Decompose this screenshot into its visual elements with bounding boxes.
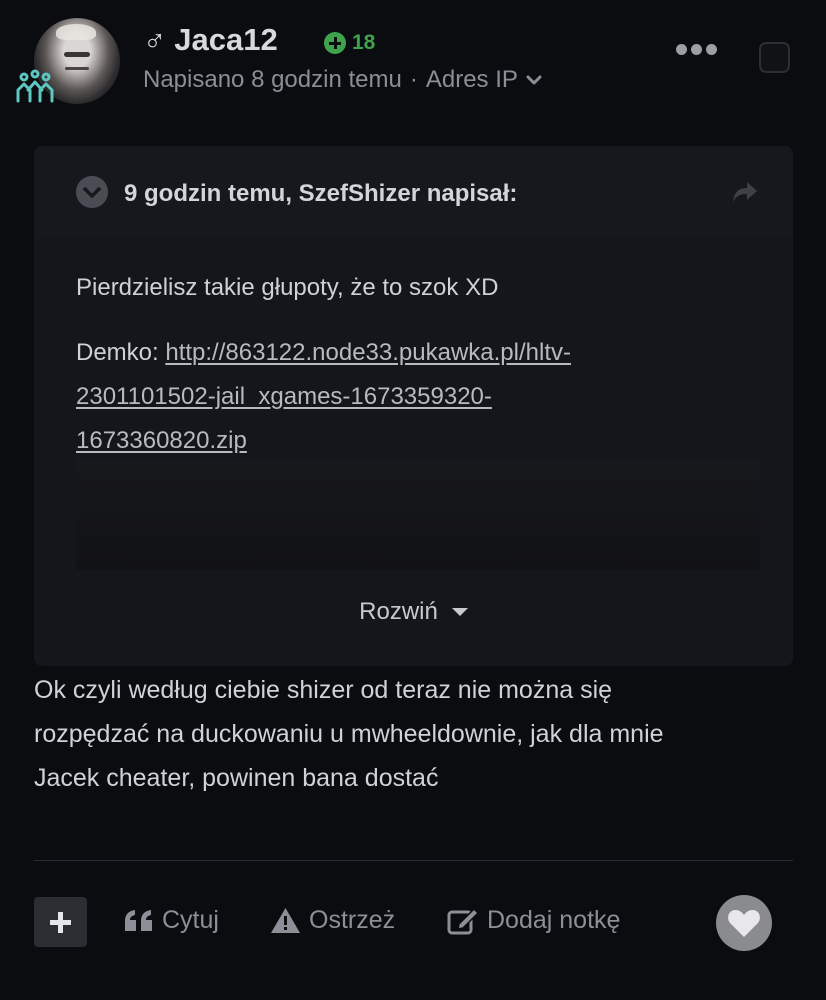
quote-block: 9 godzin temu, SzefShizer napisał: Pierd… (34, 146, 793, 666)
quote-body: Pierdzielisz takie głupoty, że to szok X… (76, 266, 736, 463)
quote-author-line: 9 godzin temu, SzefShizer napisał: (124, 180, 518, 207)
demo-line: Demko: http://863122.node33.pukawka.pl/h… (76, 331, 736, 463)
expand-label[interactable]: Rozwiń (359, 598, 438, 626)
warning-icon (271, 908, 300, 933)
username-text[interactable]: Jaca12 (174, 22, 277, 58)
post-line: Ok czyli według ciebie shizer od teraz n… (34, 676, 613, 704)
plus-circle-icon (324, 32, 346, 54)
caret-down-icon (451, 608, 468, 616)
demo-label: Demko: (76, 339, 166, 366)
quote-icon (125, 909, 152, 931)
reputation-count: 18 (352, 31, 376, 54)
chevron-down-icon[interactable] (526, 74, 542, 86)
reputation-badge: 18 (324, 31, 375, 55)
meta-separator: · (409, 66, 418, 93)
warn-button[interactable]: Ostrzeż (270, 906, 395, 935)
quote-label[interactable]: Cytuj (162, 906, 219, 935)
reaction-button[interactable] (716, 895, 772, 951)
demo-link-cont[interactable]: 2301101502-jail_xgames-1673359320- (76, 383, 492, 410)
ip-address-link[interactable]: Adres IP (426, 66, 518, 94)
quote-text: Pierdzielisz takie głupoty, że to szok X… (76, 274, 499, 301)
group-badge-icon (16, 69, 54, 103)
author-username[interactable]: ♂ Jaca12 (143, 22, 278, 58)
post-line: Jacek cheater, powinen bana dostać (34, 764, 439, 792)
divider (34, 860, 793, 861)
post-content: Ok czyli według ciebie shizer od teraz n… (34, 668, 784, 800)
add-note-button[interactable]: Dodaj notkę (447, 906, 620, 935)
expand-quote-button[interactable]: Rozwiń (34, 598, 793, 626)
posted-time[interactable]: Napisano 8 godzin temu (143, 66, 402, 94)
share-icon[interactable] (731, 180, 759, 204)
gender-icon: ♂ (143, 22, 167, 57)
heart-icon (728, 909, 760, 937)
quote-header: 9 godzin temu, SzefShizer napisał: (34, 146, 793, 238)
quote-embed-preview (76, 458, 760, 570)
author-avatar-wrap[interactable] (16, 18, 120, 104)
demo-link[interactable]: http://863122.node33.pukawka.pl/hltv- (165, 339, 571, 366)
chevron-down-icon[interactable] (76, 176, 108, 208)
post-actions: Cytuj Ostrzeż Dodaj notkę (34, 895, 793, 951)
add-note-label[interactable]: Dodaj notkę (487, 906, 620, 935)
warn-label[interactable]: Ostrzeż (309, 906, 395, 935)
post-meta: Napisano 8 godzin temu · Adres IP (143, 66, 542, 94)
quote-button[interactable]: Cytuj (124, 906, 219, 935)
multiquote-plus-button[interactable] (34, 897, 87, 947)
ellipsis-icon[interactable] (676, 44, 717, 55)
edit-note-icon (447, 907, 479, 934)
demo-link-end[interactable]: 1673360820.zip (76, 427, 247, 454)
select-post-checkbox[interactable] (759, 42, 790, 73)
post-line: rozpędzać na duckowaniu u mwheeldownie, … (34, 720, 664, 748)
